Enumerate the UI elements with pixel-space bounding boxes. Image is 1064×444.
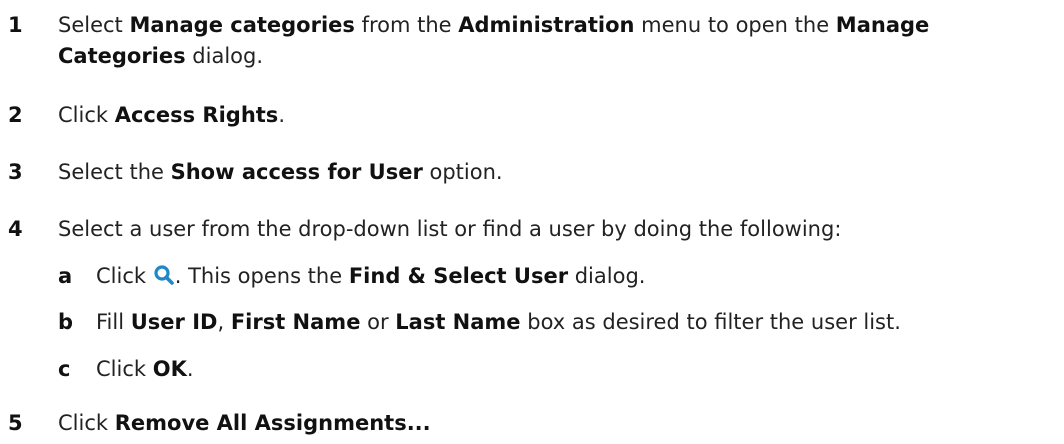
text: . This opens the (174, 264, 349, 288)
ui-term: Manage (835, 13, 930, 37)
text: Select (58, 13, 130, 37)
step-text: Click Access Rights. (58, 100, 1062, 131)
text: dialog. (568, 264, 646, 288)
ui-term: Access Rights (114, 103, 279, 127)
substep-letter: a (58, 264, 73, 288)
step-number: 4 (8, 217, 23, 241)
search-icon (154, 265, 174, 285)
step-text: Click Remove All Assignments... (58, 408, 1062, 439)
text: . (278, 103, 285, 127)
step-text: Select a user from the drop-down list or… (58, 217, 842, 241)
step-number: 5 (8, 411, 23, 435)
text: Click (96, 264, 153, 288)
ui-term: Last Name (395, 310, 521, 334)
text: or (360, 310, 396, 334)
text: option. (422, 160, 503, 184)
substep-letter: b (58, 310, 74, 334)
ui-term: Remove All Assignments... (114, 411, 431, 435)
substep-text: Click OK. (96, 354, 194, 385)
ui-term: Show access for User (170, 160, 423, 184)
text: from the (354, 13, 459, 37)
substep-letter: c (58, 357, 71, 381)
step-number: 2 (8, 103, 23, 127)
step-text: Categories dialog. (58, 41, 1062, 72)
text: box as desired to filter the user list. (520, 310, 901, 334)
ui-term: OK (152, 357, 187, 381)
text: Fill (96, 310, 131, 334)
text: dialog. (185, 44, 264, 68)
text: Click (58, 103, 115, 127)
text: , (217, 310, 231, 334)
text: . (186, 357, 194, 381)
ui-term: Manage categories (129, 13, 355, 37)
text: Select the (58, 160, 171, 184)
step-text: Select Manage categories from the Admini… (58, 10, 1062, 41)
step-text: Select the Show access for User option. (58, 157, 1062, 188)
substep-text: Fill User ID, First Name or Last Name bo… (96, 307, 901, 338)
substep-text: Click . This opens the Find & Select Use… (96, 261, 645, 292)
ui-term: First Name (230, 310, 361, 334)
step-number: 1 (8, 13, 23, 37)
text: Click (96, 357, 153, 381)
ui-term: User ID (130, 310, 218, 334)
ui-term: Administration (458, 13, 635, 37)
ui-term: Categories (58, 44, 186, 68)
step-number: 3 (8, 160, 23, 184)
text: menu to open the (634, 13, 836, 37)
procedure-document: 1 Select Manage categories from the Admi… (0, 0, 1064, 444)
text: Click (58, 411, 115, 435)
ui-term: Find & Select User (348, 264, 569, 288)
